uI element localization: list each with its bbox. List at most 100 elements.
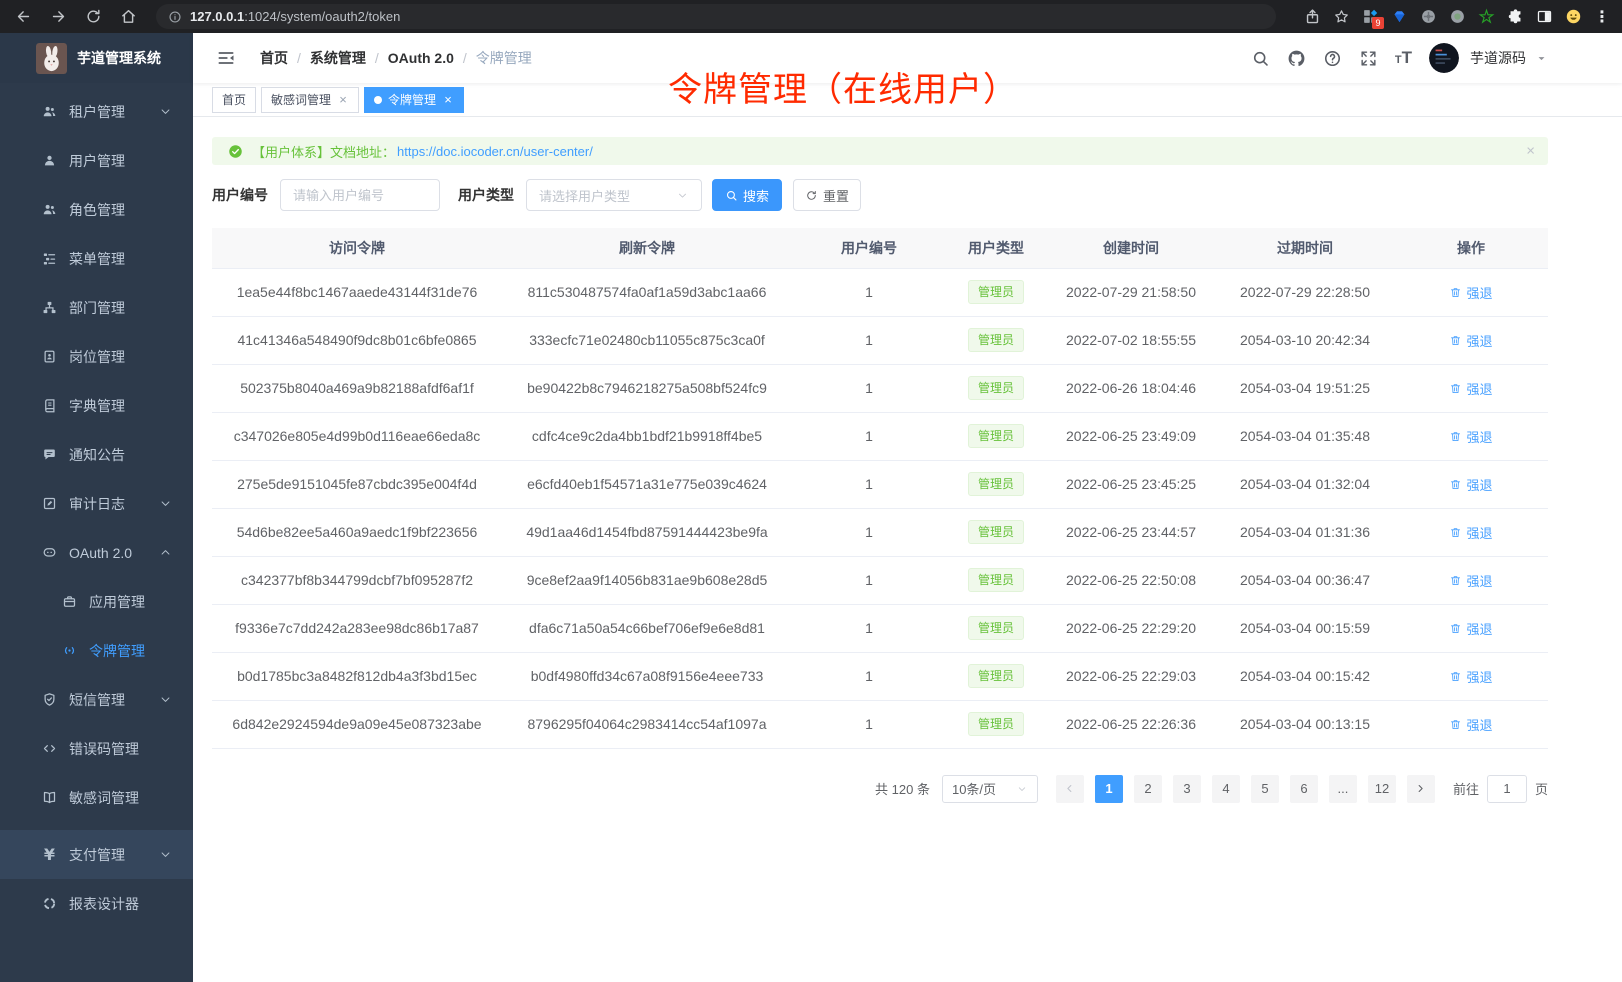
user-type-cell: 管理员 bbox=[946, 460, 1046, 508]
sidebar-collapse-icon[interactable] bbox=[208, 48, 244, 68]
force-logout-button[interactable]: 强退 bbox=[1449, 283, 1492, 302]
sidebar-item[interactable]: 审计日志 bbox=[0, 479, 193, 528]
caret-down-icon[interactable] bbox=[1535, 52, 1548, 65]
prev-page-button[interactable] bbox=[1056, 775, 1084, 803]
sidebar-item[interactable]: ¥支付管理 bbox=[0, 830, 193, 879]
action-cell: 强退 bbox=[1394, 604, 1548, 652]
profile-emoji-icon[interactable] bbox=[1565, 8, 1582, 25]
sidebar-item[interactable]: 菜单管理 bbox=[0, 234, 193, 283]
sidebar-item[interactable]: 错误码管理 bbox=[0, 724, 193, 773]
help-icon[interactable] bbox=[1323, 49, 1342, 68]
goto-page-input[interactable] bbox=[1487, 775, 1527, 803]
extension-grid[interactable]: 9 bbox=[1362, 8, 1379, 25]
page-button[interactable]: 12 bbox=[1368, 775, 1396, 803]
next-page-button[interactable] bbox=[1407, 775, 1435, 803]
chevron-down-icon bbox=[158, 496, 173, 511]
view-tab[interactable]: 首页 bbox=[212, 87, 256, 113]
url-bar[interactable]: 127.0.0.1:1024/system/oauth2/token bbox=[156, 4, 1276, 29]
goto-label: 前往 bbox=[1453, 779, 1479, 798]
sidebar-item[interactable]: 岗位管理 bbox=[0, 332, 193, 381]
sidebar-item[interactable]: 报表设计器 bbox=[0, 879, 193, 928]
username[interactable]: 芋道源码 bbox=[1470, 48, 1526, 68]
access-token-cell: 41c41346a548490f9dc8b01c6bfe0865 bbox=[212, 316, 502, 364]
font-size-icon[interactable]: TT bbox=[1395, 47, 1412, 69]
breadcrumb-item[interactable]: 系统管理 bbox=[310, 48, 366, 68]
ext-gem-icon[interactable] bbox=[1391, 8, 1408, 25]
force-logout-button[interactable]: 强退 bbox=[1449, 427, 1492, 446]
breadcrumb-separator: / bbox=[463, 50, 467, 66]
alert-close-icon[interactable]: × bbox=[1526, 143, 1535, 160]
force-logout-button[interactable]: 强退 bbox=[1449, 571, 1492, 590]
user-id-input[interactable] bbox=[280, 179, 440, 211]
page-button[interactable]: 3 bbox=[1173, 775, 1201, 803]
sidebar-item[interactable]: 应用管理 bbox=[0, 577, 193, 626]
breadcrumb-item[interactable]: OAuth 2.0 bbox=[388, 50, 454, 66]
sidebar-header[interactable]: 芋道管理系统 bbox=[0, 33, 193, 83]
chevron-down-icon bbox=[158, 692, 173, 707]
ext-star-icon[interactable] bbox=[1478, 8, 1495, 25]
force-logout-button[interactable]: 强退 bbox=[1449, 475, 1492, 494]
close-tab-icon[interactable]: × bbox=[442, 92, 454, 107]
sidebar-item[interactable]: 短信管理 bbox=[0, 675, 193, 724]
sidebar-item[interactable]: 字典管理 bbox=[0, 381, 193, 430]
view-tab[interactable]: 令牌管理× bbox=[364, 87, 464, 113]
ext-split-icon[interactable] bbox=[1536, 8, 1553, 25]
page-size-select[interactable]: 10条/页 bbox=[942, 775, 1038, 803]
fullscreen-icon[interactable] bbox=[1359, 49, 1378, 68]
reload-icon[interactable] bbox=[80, 8, 107, 25]
sidebar-item[interactable]: 租户管理 bbox=[0, 87, 193, 136]
force-logout-label: 强退 bbox=[1466, 619, 1492, 638]
sms-shield-icon bbox=[42, 692, 57, 707]
share-icon[interactable] bbox=[1304, 8, 1321, 25]
extensions-puzzle-icon[interactable] bbox=[1507, 8, 1524, 25]
page-button[interactable]: 6 bbox=[1290, 775, 1318, 803]
close-tab-icon[interactable]: × bbox=[337, 92, 349, 107]
force-logout-button[interactable]: 强退 bbox=[1449, 619, 1492, 638]
table-row: f9336e7c7dd242a283ee98dc86b17a87dfa6c71a… bbox=[212, 604, 1548, 652]
search-icon[interactable] bbox=[1251, 49, 1270, 68]
ext-dot-icon[interactable] bbox=[1449, 8, 1466, 25]
force-logout-button[interactable]: 强退 bbox=[1449, 523, 1492, 542]
force-logout-button[interactable]: 强退 bbox=[1449, 331, 1492, 350]
bookmark-star-icon[interactable] bbox=[1333, 8, 1350, 25]
sidebar-item[interactable]: 角色管理 bbox=[0, 185, 193, 234]
page-content: 【用户体系】文档地址： https://doc.iocoder.cn/user-… bbox=[193, 117, 1622, 803]
page-button[interactable]: 5 bbox=[1251, 775, 1279, 803]
user-avatar[interactable] bbox=[1429, 43, 1459, 73]
search-button[interactable]: 搜索 bbox=[712, 179, 782, 211]
user-type-badge: 管理员 bbox=[968, 280, 1024, 304]
user-type-select[interactable]: 请选择用户类型 bbox=[526, 179, 702, 211]
sidebar-item[interactable]: 通知公告 bbox=[0, 430, 193, 479]
page-button[interactable]: 2 bbox=[1134, 775, 1162, 803]
reset-button[interactable]: 重置 bbox=[793, 179, 861, 211]
browser-menu-icon[interactable]: ⋮ bbox=[1594, 7, 1610, 27]
sidebar-item[interactable]: OAuth 2.0 bbox=[0, 528, 193, 577]
ext-dial-icon[interactable] bbox=[1420, 8, 1437, 25]
sidebar-item[interactable]: 令牌管理 bbox=[0, 626, 193, 675]
github-icon[interactable] bbox=[1287, 49, 1306, 68]
back-icon[interactable] bbox=[10, 8, 37, 25]
home-icon[interactable] bbox=[115, 8, 142, 25]
user-id-cell: 1 bbox=[792, 604, 946, 652]
sidebar-item[interactable]: 敏感词管理 bbox=[0, 773, 193, 822]
user-type-cell: 管理员 bbox=[946, 652, 1046, 700]
pager: 123456...12 bbox=[1056, 775, 1435, 803]
doc-link[interactable]: https://doc.iocoder.cn/user-center/ bbox=[397, 144, 593, 159]
view-tab[interactable]: 敏感词管理× bbox=[261, 87, 359, 113]
breadcrumb-item[interactable]: 首页 bbox=[260, 48, 288, 68]
search-icon bbox=[725, 189, 738, 202]
sidebar-item[interactable]: 用户管理 bbox=[0, 136, 193, 185]
forward-icon[interactable] bbox=[45, 8, 72, 25]
sidebar-item[interactable]: 部门管理 bbox=[0, 283, 193, 332]
site-info-icon[interactable] bbox=[168, 10, 182, 24]
page-button[interactable]: 4 bbox=[1212, 775, 1240, 803]
page-button[interactable]: 1 bbox=[1095, 775, 1123, 803]
access-token-cell: b0d1785bc3a8482f812db4a3f3bd15ec bbox=[212, 652, 502, 700]
sidebar-item-label: 角色管理 bbox=[69, 200, 125, 220]
force-logout-button[interactable]: 强退 bbox=[1449, 379, 1492, 398]
force-logout-button[interactable]: 强退 bbox=[1449, 667, 1492, 686]
refresh-token-cell: cdfc4ce9c2da4bb1bdf21b9918ff4be5 bbox=[502, 412, 792, 460]
access-token-cell: 54d6be82ee5a460a9aedc1f9bf223656 bbox=[212, 508, 502, 556]
force-logout-button[interactable]: 强退 bbox=[1449, 715, 1492, 734]
more-pages-button[interactable]: ... bbox=[1329, 775, 1357, 803]
